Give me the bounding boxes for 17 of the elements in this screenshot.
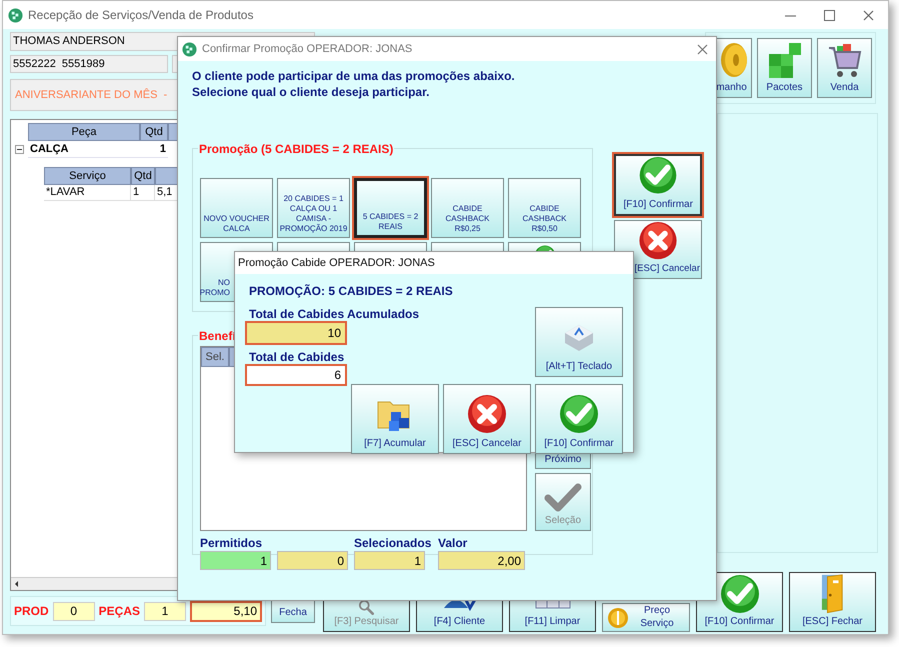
table-cell: 1: [140, 141, 168, 158]
table-cell: *LAVAR: [44, 185, 131, 201]
prod-label: PROD: [14, 603, 49, 620]
dialog-title: Promoção Cabide OPERADOR: JONAS: [238, 256, 435, 271]
window-title: Recepção de Serviços/Venda de Produtos: [28, 7, 254, 24]
pieces-label: PEÇAS: [98, 603, 140, 620]
counter-label: Selecionados: [354, 535, 432, 552]
table-cell: 1: [131, 185, 155, 201]
dialog-message: Selecione qual o cliente deseja participar.: [192, 84, 430, 100]
birthday-notice: ANIVERSARIANTE DO MÊS -: [15, 87, 168, 103]
field-label: Total de Cabides: [248, 350, 344, 364]
counter-label: Valor: [438, 535, 468, 552]
table-cell: CALÇA: [28, 141, 140, 158]
dialog-message: O cliente pode participar de uma das promoções abaixo.: [192, 68, 516, 84]
field-label: Total de Cabides Acumulados: [248, 307, 420, 321]
promotion-heading: PROMOÇÃO: 5 CABIDES = 2 REAIS: [248, 283, 454, 300]
counter-label: Permitidos: [200, 535, 262, 552]
